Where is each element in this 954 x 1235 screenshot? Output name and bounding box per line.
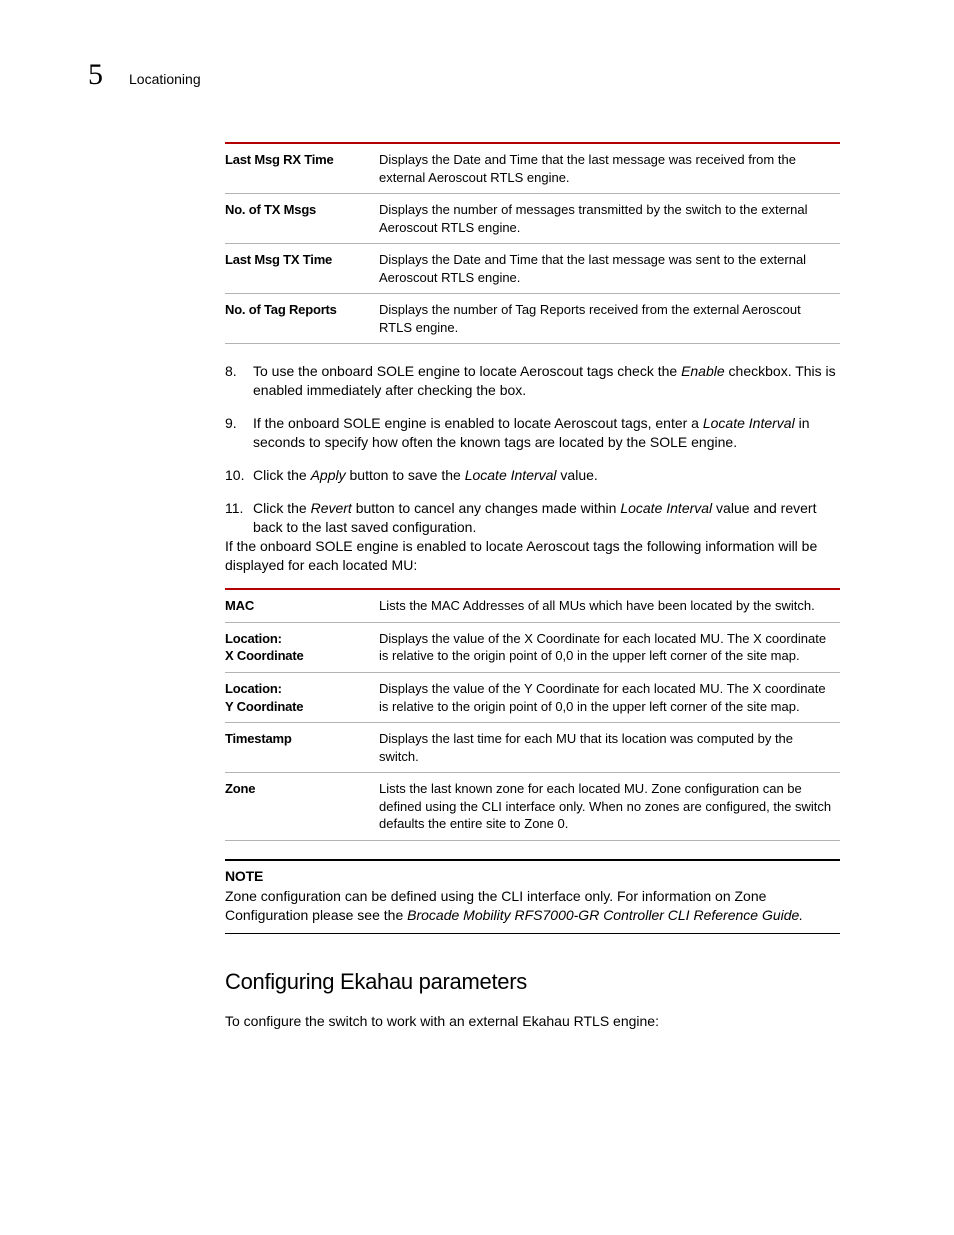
section-title: Locationing — [129, 70, 201, 88]
step-em: Enable — [681, 363, 725, 379]
step-item: 10. Click the Apply button to save the L… — [225, 466, 840, 485]
step-em: Locate Interval — [620, 500, 712, 516]
step-text: value. — [557, 467, 598, 483]
table-row: Last Msg TX Time Displays the Date and T… — [225, 244, 840, 294]
note-text: Zone configuration can be defined using … — [225, 887, 840, 925]
table-row: Zone Lists the last known zone for each … — [225, 773, 840, 841]
desc-cell: Displays the Date and Time that the last… — [379, 244, 840, 294]
desc-cell: Lists the last known zone for each locat… — [379, 773, 840, 841]
term-cell: Zone — [225, 773, 379, 841]
step-em: Revert — [311, 500, 352, 516]
term-cell: No. of TX Msgs — [225, 194, 379, 244]
term-cell: Timestamp — [225, 723, 379, 773]
note-block: NOTE Zone configuration can be defined u… — [225, 859, 840, 934]
step-text: button to save the — [346, 467, 465, 483]
desc-cell: Displays the last time for each MU that … — [379, 723, 840, 773]
definition-table-2: MAC Lists the MAC Addresses of all MUs w… — [225, 588, 840, 840]
step-em: Locate Interval — [465, 467, 557, 483]
term-cell: Location: Y Coordinate — [225, 673, 379, 723]
table-row: Last Msg RX Time Displays the Date and T… — [225, 143, 840, 194]
step-number: 10. — [225, 466, 244, 485]
intro-paragraph-2: If the onboard SOLE engine is enabled to… — [225, 537, 840, 575]
step-em: Locate Interval — [703, 415, 795, 431]
step-text: Click the — [253, 467, 311, 483]
chapter-number: 5 — [88, 55, 103, 94]
desc-cell: Displays the number of Tag Reports recei… — [379, 294, 840, 344]
table-row: Timestamp Displays the last time for eac… — [225, 723, 840, 773]
main-content: Last Msg RX Time Displays the Date and T… — [225, 142, 840, 537]
table-row: No. of Tag Reports Displays the number o… — [225, 294, 840, 344]
note-text-em: Brocade Mobility RFS7000-GR Controller C… — [407, 907, 803, 923]
desc-cell: Displays the value of the Y Coordinate f… — [379, 673, 840, 723]
step-number: 9. — [225, 414, 237, 433]
table-row: Location: X Coordinate Displays the valu… — [225, 622, 840, 672]
step-text: If the onboard SOLE engine is enabled to… — [253, 415, 703, 431]
step-number: 11. — [225, 499, 243, 518]
step-number: 8. — [225, 362, 237, 381]
desc-cell: Lists the MAC Addresses of all MUs which… — [379, 589, 840, 622]
definition-table-1: Last Msg RX Time Displays the Date and T… — [225, 142, 840, 344]
desc-cell: Displays the Date and Time that the last… — [379, 143, 840, 194]
step-em: Apply — [311, 467, 346, 483]
desc-cell: Displays the number of messages transmit… — [379, 194, 840, 244]
step-text: To use the onboard SOLE engine to locate… — [253, 363, 681, 379]
step-text: button to cancel any changes made within — [352, 500, 621, 516]
note-label: NOTE — [225, 867, 840, 885]
content-block-2: If the onboard SOLE engine is enabled to… — [225, 537, 840, 1032]
step-item: 8. To use the onboard SOLE engine to loc… — [225, 362, 840, 400]
table-row: MAC Lists the MAC Addresses of all MUs w… — [225, 589, 840, 622]
step-item: 11. Click the Revert button to cancel an… — [225, 499, 840, 537]
subsection-intro: To configure the switch to work with an … — [225, 1012, 840, 1031]
subsection-heading: Configuring Ekahau parameters — [225, 968, 840, 997]
table-row: Location: Y Coordinate Displays the valu… — [225, 673, 840, 723]
term-cell: Last Msg RX Time — [225, 143, 379, 194]
table-row: No. of TX Msgs Displays the number of me… — [225, 194, 840, 244]
term-cell: No. of Tag Reports — [225, 294, 379, 344]
page-header: 5 Locationing — [88, 55, 840, 94]
desc-cell: Displays the value of the X Coordinate f… — [379, 622, 840, 672]
page: 5 Locationing Last Msg RX Time Displays … — [0, 0, 954, 1235]
term-cell: Location: X Coordinate — [225, 622, 379, 672]
step-item: 9. If the onboard SOLE engine is enabled… — [225, 414, 840, 452]
term-cell: MAC — [225, 589, 379, 622]
numbered-steps: 8. To use the onboard SOLE engine to loc… — [225, 362, 840, 536]
term-cell: Last Msg TX Time — [225, 244, 379, 294]
step-text: Click the — [253, 500, 311, 516]
